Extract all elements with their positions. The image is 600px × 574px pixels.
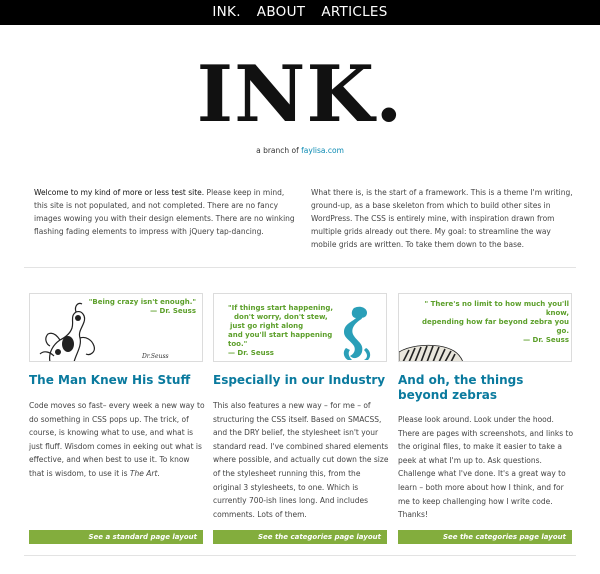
nav-item-home[interactable]: INK. [212,0,240,25]
intro-right-paragraph: What there is, is the start of a framewo… [311,188,573,249]
card-1-body: Code moves so fast– every week a new way… [29,399,205,481]
seuss-figure-illustration: Dr.Seuss [39,302,169,361]
branch-link[interactable]: faylisa.com [301,146,344,155]
intro-left-paragraph: Welcome to my kind of more or less test … [34,186,296,238]
nav-item-about[interactable]: ABOUT [257,0,306,25]
card-2-title: Especially in our Industry [213,373,386,387]
card-2-body: This also features a new way – for me – … [213,399,389,521]
card-3-image: " There's no limit to how much you'll kn… [398,293,572,362]
card-1-title: The Man Knew His Stuff [29,373,191,387]
zebra-illustration [399,344,463,361]
top-nav: INK. ABOUT ARTICLES [0,0,600,25]
svg-text:Dr.Seuss: Dr.Seuss [141,353,169,360]
card-3-body: Please look around. Look under the hood.… [398,413,574,522]
card-1-body-emphasis: The Art [129,468,158,478]
card-2-body-text: This also features a new way – for me – … [213,401,389,519]
divider [24,555,576,556]
card-3-title: And oh, the things beyond zebras [398,373,524,402]
card-3-body-text: Please look around. Look under the hood.… [398,415,574,520]
divider [24,267,576,268]
categories-page-layout-button[interactable]: See the categories page layout [398,530,572,544]
categories-page-layout-button[interactable]: See the categories page layout [213,530,387,544]
nav-item-articles[interactable]: ARTICLES [321,0,387,25]
standard-page-layout-button[interactable]: See a standard page layout [29,530,203,544]
card-1-body-end: . [157,468,160,478]
card-1-image: "Being crazy isn't enough." — Dr. Seuss … [29,293,203,362]
card-1-body-text: Code moves so fast– every week a new way… [29,401,205,478]
seuss-creature-illustration [343,306,371,360]
site-logo: INK. [196,49,404,140]
branch-line: a branch of faylisa.com [0,146,600,155]
card-2-image: "If things start happening, don't worry,… [213,293,387,362]
branch-prefix: a branch of [256,146,299,155]
intro-lead: Welcome to my kind of more or less test … [34,188,205,197]
